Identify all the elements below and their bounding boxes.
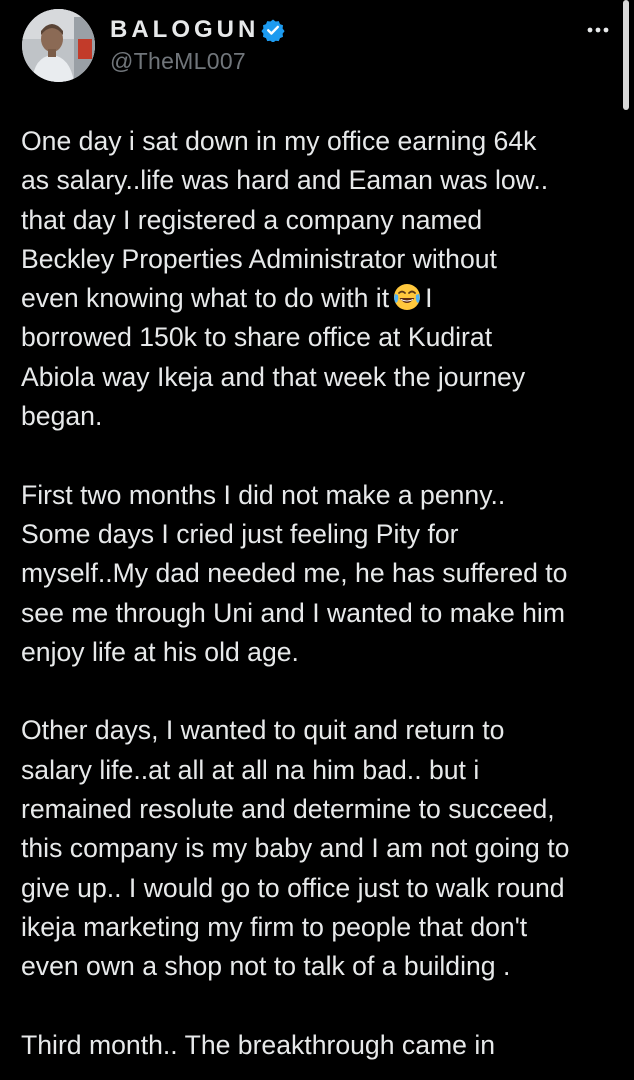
text-line: even knowing what to do with it I (21, 279, 619, 318)
text-line: Abiola way Ikeja and that week the journ… (21, 361, 526, 392)
text-line: that day I registered a company named (21, 204, 483, 235)
text-line: borrowed 150k to share office at Kudirat (21, 322, 493, 353)
text-line: enjoy life at his old age. (21, 636, 299, 667)
ellipsis-icon[interactable] (583, 20, 613, 40)
tweet-paragraph: First two months I did not make a penny.… (21, 476, 619, 672)
tweet-paragraph: Other days, I wanted to quit and return … (21, 711, 619, 986)
tweet-text: One day i sat down in my office earning … (21, 122, 619, 1080)
author-handle[interactable]: @TheML007 (110, 48, 246, 75)
text-segment: I (425, 283, 433, 314)
author-name-row[interactable]: BALOGUN (110, 14, 285, 46)
text-line: as salary..life was hard and Eaman was l… (21, 165, 549, 196)
face-with-tears-of-joy-icon (392, 282, 422, 312)
text-line: Beckley Properties Administrator without (21, 243, 497, 274)
verified-badge-icon (261, 18, 285, 43)
text-line: Third month.. The breakthrough came in (21, 1029, 496, 1060)
tweet-paragraph: One day i sat down in my office earning … (21, 122, 619, 436)
text-line: salary life..at all at all na him bad.. … (21, 754, 480, 785)
tweet-header: BALOGUN @TheML007 (0, 0, 634, 100)
text-line: this company is my baby and I am not goi… (21, 833, 570, 864)
text-line: began. (21, 401, 103, 432)
text-segment: even knowing what to do with it (21, 283, 390, 314)
text-line: even own a shop not to talk of a buildin… (21, 951, 511, 982)
avatar[interactable] (22, 9, 95, 82)
text-line: Some days I cried just feeling Pity for (21, 518, 459, 549)
text-line: Other days, I wanted to quit and return … (21, 715, 505, 746)
scrollbar[interactable] (623, 0, 629, 110)
text-line: First two months I did not make a penny.… (21, 479, 506, 510)
text-line: myself..My dad needed me, he has suffere… (21, 558, 568, 589)
profile-photo-icon (22, 9, 95, 82)
display-name[interactable]: BALOGUN (110, 16, 259, 44)
tweet-paragraph: Third month.. The breakthrough came in (21, 1026, 619, 1065)
text-line: remained resolute and determine to succe… (21, 794, 555, 825)
text-line: ikeja marketing my firm to people that d… (21, 911, 528, 942)
text-line: give up.. I would go to office just to w… (21, 872, 565, 903)
text-line: One day i sat down in my office earning … (21, 126, 537, 156)
text-line: see me through Uni and I wanted to make … (21, 597, 565, 628)
